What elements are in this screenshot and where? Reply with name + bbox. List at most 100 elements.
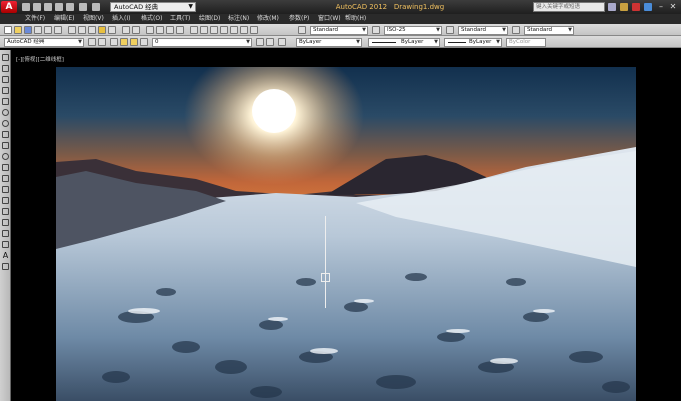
- make-block-icon[interactable]: [2, 186, 9, 193]
- menu-parametric[interactable]: 参数(P): [289, 14, 309, 24]
- text-style-dropdown[interactable]: Standard ▼: [310, 26, 368, 35]
- table-style-icon[interactable]: [446, 26, 454, 34]
- workspace-settings-icon[interactable]: [88, 38, 96, 46]
- redo-icon[interactable]: [132, 26, 140, 34]
- plot-preview-icon[interactable]: [44, 26, 52, 34]
- match-properties-icon[interactable]: [98, 26, 106, 34]
- menu-dimension[interactable]: 标注(N): [228, 14, 249, 24]
- pan-icon[interactable]: [146, 26, 154, 34]
- save-icon[interactable]: [44, 3, 52, 11]
- table-icon[interactable]: [2, 241, 9, 248]
- region-icon[interactable]: [2, 230, 9, 237]
- close-button[interactable]: ✕: [667, 1, 679, 12]
- rectangle-icon[interactable]: [2, 98, 9, 105]
- search-icon[interactable]: [608, 3, 616, 11]
- layer-dropdown[interactable]: 0 ▼: [152, 38, 252, 47]
- circle-icon[interactable]: [2, 120, 9, 127]
- design-center-icon[interactable]: [200, 26, 208, 34]
- workspace-dropdown[interactable]: AutoCAD 经典 ▼: [4, 38, 84, 47]
- plotstyle-dropdown[interactable]: ByColor: [506, 38, 546, 47]
- menu-tools[interactable]: 工具(T): [170, 14, 190, 24]
- quickcalc-icon[interactable]: [240, 26, 248, 34]
- multiline-text-icon[interactable]: A: [2, 252, 9, 260]
- color-dropdown[interactable]: ByLayer ▼: [296, 38, 362, 47]
- layer-freeze-icon[interactable]: [130, 38, 138, 46]
- ellipse-icon[interactable]: [2, 153, 9, 160]
- copy-icon[interactable]: [78, 26, 86, 34]
- dim-style-icon[interactable]: [372, 26, 380, 34]
- linetype-dropdown[interactable]: ByLayer ▼: [368, 38, 440, 47]
- menu-modify[interactable]: 修改(M): [257, 14, 279, 24]
- menu-edit[interactable]: 编辑(E): [54, 14, 74, 24]
- new-icon[interactable]: [4, 26, 12, 34]
- cut-icon[interactable]: [68, 26, 76, 34]
- save-icon[interactable]: [24, 26, 32, 34]
- block-editor-icon[interactable]: [108, 26, 116, 34]
- minimize-button[interactable]: –: [655, 1, 667, 12]
- window-title: AutoCAD 2012 Drawing1.dwg: [300, 0, 480, 14]
- menu-view[interactable]: 视图(V): [83, 14, 104, 24]
- undo-icon[interactable]: [122, 26, 130, 34]
- layer-lock-icon[interactable]: [140, 38, 148, 46]
- hatch-icon[interactable]: [2, 208, 9, 215]
- drawing-canvas[interactable]: [-][俯视][二维线框]: [12, 50, 681, 401]
- revision-cloud-icon[interactable]: [2, 131, 9, 138]
- text-style-icon[interactable]: [298, 26, 306, 34]
- construction-line-icon[interactable]: [2, 65, 9, 72]
- zoom-window-icon[interactable]: [166, 26, 174, 34]
- exchange-icon[interactable]: [632, 3, 640, 11]
- layer-isolate-icon[interactable]: [278, 38, 286, 46]
- open-icon[interactable]: [14, 26, 22, 34]
- make-current-layer-icon[interactable]: [256, 38, 264, 46]
- lineweight-dropdown[interactable]: ByLayer ▼: [444, 38, 502, 47]
- polygon-icon[interactable]: [2, 87, 9, 94]
- gradient-icon[interactable]: [2, 219, 9, 226]
- point-icon[interactable]: [2, 197, 9, 204]
- insert-block-icon[interactable]: [2, 175, 9, 182]
- add-selected-icon[interactable]: [2, 263, 9, 270]
- dim-style-dropdown[interactable]: ISO-25 ▼: [384, 26, 442, 35]
- workspace-save-icon[interactable]: [98, 38, 106, 46]
- table-style-dropdown[interactable]: Standard ▼: [458, 26, 508, 35]
- inserted-raster-image[interactable]: [56, 67, 636, 401]
- menu-format[interactable]: 格式(O): [141, 14, 162, 24]
- zoom-previous-icon[interactable]: [176, 26, 184, 34]
- menu-file[interactable]: 文件(F): [25, 14, 45, 24]
- layer-properties-icon[interactable]: [110, 38, 118, 46]
- spline-icon[interactable]: [2, 142, 9, 149]
- search-input[interactable]: 键入关键字或短语: [533, 2, 605, 12]
- layer-on-icon[interactable]: [120, 38, 128, 46]
- line-icon[interactable]: [2, 54, 9, 61]
- menu-window[interactable]: 窗口(W): [318, 14, 341, 24]
- menu-insert[interactable]: 插入(I): [112, 14, 130, 24]
- save-as-icon[interactable]: [55, 3, 63, 11]
- sheet-set-icon[interactable]: [220, 26, 228, 34]
- help-icon[interactable]: [644, 3, 652, 11]
- key-icon[interactable]: [620, 3, 628, 11]
- chevron-down-icon: ▼: [188, 3, 193, 10]
- menu-help[interactable]: 帮助(H): [345, 14, 366, 24]
- autocad-logo-icon[interactable]: A: [1, 1, 17, 13]
- markup-icon[interactable]: [230, 26, 238, 34]
- open-file-icon[interactable]: [33, 3, 41, 11]
- mleader-style-dropdown[interactable]: Standard ▼: [524, 26, 574, 35]
- tool-palettes-icon[interactable]: [210, 26, 218, 34]
- help-icon[interactable]: [250, 26, 258, 34]
- undo-icon[interactable]: [79, 3, 87, 11]
- publish-icon[interactable]: [54, 26, 62, 34]
- properties-icon[interactable]: [190, 26, 198, 34]
- redo-icon[interactable]: [92, 3, 100, 11]
- new-file-icon[interactable]: [22, 3, 30, 11]
- viewport-label[interactable]: [-][俯视][二维线框]: [16, 55, 64, 63]
- mleader-style-icon[interactable]: [512, 26, 520, 34]
- paste-icon[interactable]: [88, 26, 96, 34]
- menu-draw[interactable]: 绘图(D): [199, 14, 220, 24]
- plot-icon[interactable]: [34, 26, 42, 34]
- ellipse-arc-icon[interactable]: [2, 164, 9, 171]
- layer-previous-icon[interactable]: [266, 38, 274, 46]
- workspace-switch-dropdown[interactable]: AutoCAD 经典 ▼: [110, 2, 196, 12]
- arc-icon[interactable]: [2, 109, 9, 116]
- print-icon[interactable]: [66, 3, 74, 11]
- zoom-realtime-icon[interactable]: [156, 26, 164, 34]
- polyline-icon[interactable]: [2, 76, 9, 83]
